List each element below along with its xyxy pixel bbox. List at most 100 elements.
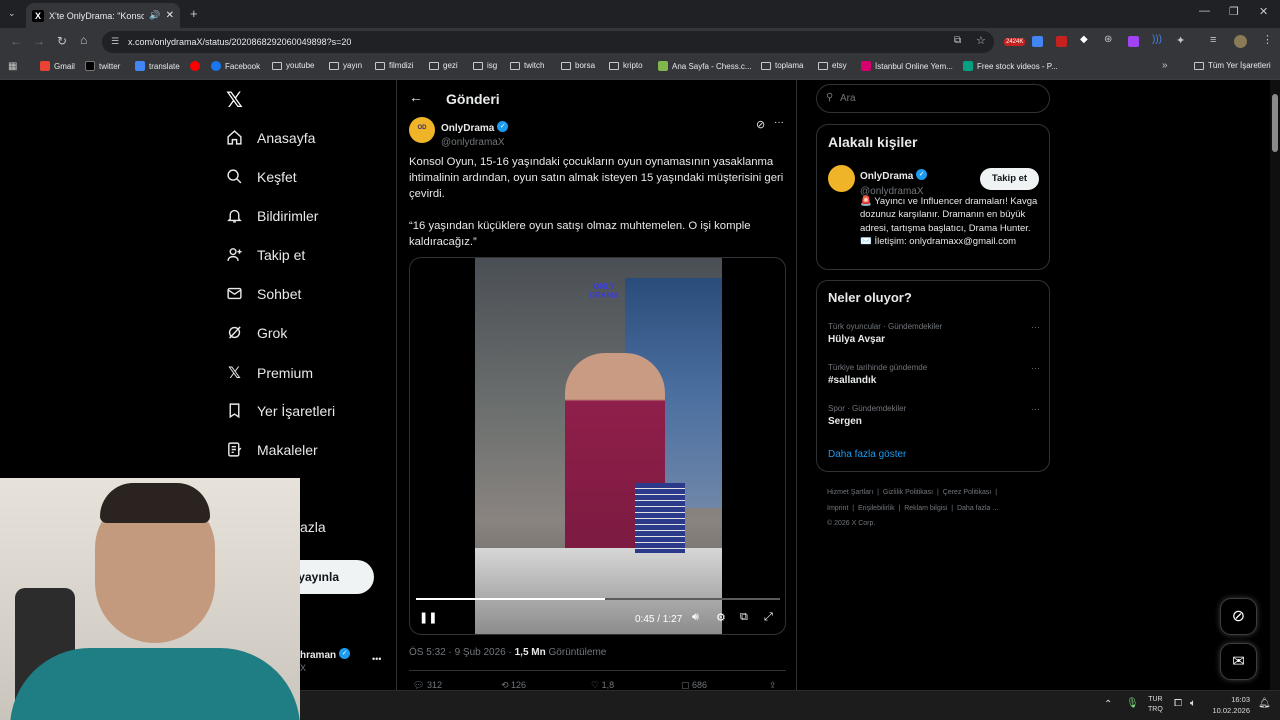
account-more-icon[interactable]: ••• — [372, 654, 381, 664]
nav-notifications[interactable]: Bildirimler — [226, 207, 318, 224]
trend-more-icon[interactable]: ··· — [1031, 322, 1040, 332]
follow-button[interactable]: Takip et — [980, 168, 1039, 190]
related-avatar[interactable] — [828, 165, 855, 192]
bookmark-gmail[interactable]: Gmail — [40, 61, 75, 71]
diamond-extension-icon[interactable]: ◆ — [1080, 34, 1088, 45]
mic-icon[interactable]: 🎙︎ — [1126, 698, 1139, 709]
bookmark-stock-videos[interactable]: Free stock videos - P... — [963, 61, 1058, 71]
scrollbar-thumb[interactable] — [1272, 94, 1278, 152]
trend-item[interactable]: Türkiye tarihinde gündemde #sallandık ··… — [828, 363, 1040, 386]
bookmark-yemeksepeti[interactable]: İstanbul Online Yem... — [861, 61, 953, 71]
tab-close-icon[interactable]: ✕ — [166, 10, 174, 21]
footer-link[interactable]: Reklam bilgisi — [904, 505, 947, 512]
nav-home[interactable]: Anasayfa — [226, 129, 315, 146]
bookmark-folder-etsy[interactable]: etsy — [818, 61, 847, 70]
video-player[interactable]: ONLY DRAMA ❚❚ 0:45 / 1:27 🔊︎ ⚙ ⧉ ⤢ — [409, 257, 786, 635]
bookmark-folder-borsa[interactable]: borsa — [561, 61, 595, 70]
show-more-link[interactable]: Daha fazla göster — [828, 449, 906, 460]
trend-more-icon[interactable]: ··· — [1031, 363, 1040, 373]
minimize-button[interactable]: — — [1199, 5, 1210, 17]
post-timestamp[interactable]: ÖS 5:32 · 9 Şub 2026 · — [409, 647, 515, 658]
trend-more-icon[interactable]: ··· — [1031, 404, 1040, 414]
extension-badge[interactable]: 2424K — [1004, 38, 1026, 46]
volume-icon[interactable]: 🔊︎ — [692, 611, 699, 624]
install-app-icon[interactable]: ⧉ — [954, 35, 961, 46]
post-more-icon[interactable]: ··· — [774, 117, 784, 128]
page-scrollbar[interactable] — [1270, 80, 1280, 690]
bookmark-folder-gezi[interactable]: gezi — [429, 61, 458, 70]
purple-extension-icon[interactable] — [1128, 36, 1139, 47]
nav-articles[interactable]: Makaleler — [226, 441, 318, 458]
trend-item[interactable]: Spor · Gündemdekiler Sergen ··· — [828, 404, 1040, 427]
nav-grok[interactable]: Grok — [226, 324, 287, 341]
grok-floating-button[interactable]: ⊘ — [1220, 598, 1257, 635]
trend-item[interactable]: Türk oyuncular · Gündemdekiler Hülya Avş… — [828, 322, 1040, 345]
footer-link[interactable]: Çerez Politikası — [943, 489, 992, 496]
all-bookmarks[interactable]: Tüm Yer İşaretleri — [1194, 61, 1271, 70]
speaker-icon[interactable]: 🔈︎ — [1190, 698, 1196, 709]
nav-more-partial[interactable]: azla — [300, 519, 326, 535]
pause-icon[interactable]: ❚❚ — [419, 611, 437, 624]
nav-explore[interactable]: Keşfet — [226, 168, 297, 185]
nav-premium[interactable]: 𝕏 Premium — [226, 363, 313, 383]
fullscreen-icon[interactable]: ⤢ — [764, 611, 773, 624]
restore-button[interactable]: ❐ — [1229, 5, 1239, 18]
bookmark-youtube-red[interactable] — [190, 61, 200, 71]
translate-extension-icon[interactable] — [1032, 36, 1043, 47]
footer-link[interactable]: Hizmet Şartları — [827, 489, 873, 496]
bookmark-folder-twitch[interactable]: twitch — [510, 61, 544, 70]
footer-link[interactable]: Erişilebilirlik — [858, 505, 895, 512]
back-button[interactable]: ← — [10, 34, 22, 48]
tab-search-icon[interactable]: ⌄ — [8, 8, 16, 19]
language-indicator[interactable]: TUR TRQ — [1148, 695, 1163, 715]
grok-explain-icon[interactable]: ⊘ — [756, 118, 765, 131]
video-progress-track[interactable] — [416, 598, 780, 600]
footer-link[interactable]: Gizlilik Politikası — [883, 489, 933, 496]
settings-gear-icon[interactable]: ⚙ — [716, 611, 726, 624]
author-block[interactable]: OnlyDrama ✓ @onlydramaX — [441, 118, 509, 148]
network-icon[interactable]: ⧠ — [1174, 698, 1182, 709]
new-tab-button[interactable]: + — [190, 6, 198, 21]
clock[interactable]: 16:03 10.02.2026 — [1210, 694, 1250, 716]
bookmark-translate[interactable]: translate — [135, 61, 180, 71]
bookmark-twitter[interactable]: twitter — [85, 61, 120, 71]
media-controls-icon[interactable]: ≡ — [1210, 34, 1216, 46]
bookmark-folder-yayin[interactable]: yayın — [329, 61, 362, 70]
bookmark-folder-isg[interactable]: isg — [473, 61, 497, 70]
profile-avatar[interactable] — [1234, 35, 1247, 48]
account-switcher[interactable]: hraman ✓ X ••• — [300, 645, 396, 675]
bookmark-star-icon[interactable]: ☆ — [976, 34, 986, 47]
footer-link[interactable]: Imprint — [827, 505, 848, 512]
audio-extension-icon[interactable]: ))) — [1152, 34, 1162, 45]
site-info-icon[interactable]: ☰ — [111, 36, 119, 47]
nav-follow[interactable]: Takip et — [226, 246, 305, 263]
audio-icon[interactable]: 🔊 — [149, 10, 160, 21]
nav-chat[interactable]: Sohbet — [226, 285, 301, 302]
bookmark-chess[interactable]: Ana Sayfa - Chess.c... — [658, 61, 752, 71]
home-button[interactable]: ⌂ — [80, 33, 87, 47]
apps-grid-icon[interactable]: ▦ — [8, 61, 17, 72]
x-logo-icon[interactable]: 𝕏 — [226, 88, 243, 113]
extensions-puzzle-icon[interactable]: ✦ — [1176, 34, 1185, 47]
footer-link[interactable]: Daha fazla ... — [957, 505, 998, 512]
bookmark-folder-filmdizi[interactable]: filmdizi — [375, 61, 413, 70]
author-avatar[interactable]: OD — [409, 117, 435, 143]
browser-menu-icon[interactable]: ⋮ — [1262, 33, 1273, 46]
abp-extension-icon[interactable] — [1056, 36, 1067, 47]
browser-tab[interactable]: X X'te OnlyDrama: "Konsol O... 🔊 ✕ — [26, 3, 180, 28]
bookmark-facebook[interactable]: Facebook — [211, 61, 260, 71]
bookmark-folder-toplama[interactable]: toplama — [761, 61, 803, 70]
close-window-button[interactable]: ✕ — [1259, 5, 1268, 18]
bookmark-folder-youtube[interactable]: youtube — [272, 61, 314, 70]
tray-chevron-icon[interactable]: ⌃ — [1104, 699, 1112, 710]
ext-icon[interactable]: ⊛ — [1104, 34, 1112, 45]
search-input[interactable]: ⚲ Ara — [816, 84, 1050, 113]
bookmark-folder-kripto[interactable]: kripto — [609, 61, 643, 70]
address-bar[interactable]: ☰ x.com/onlydramaX/status/20208682920600… — [102, 31, 994, 53]
back-arrow-icon[interactable]: ← — [409, 89, 423, 105]
reload-button[interactable]: ↻ — [57, 34, 67, 48]
pip-icon[interactable]: ⧉ — [740, 611, 748, 624]
messages-floating-button[interactable]: ✉ — [1220, 643, 1257, 680]
bookmarks-overflow-icon[interactable]: » — [1162, 60, 1168, 71]
nav-bookmarks[interactable]: Yer İşaretleri — [226, 402, 335, 419]
